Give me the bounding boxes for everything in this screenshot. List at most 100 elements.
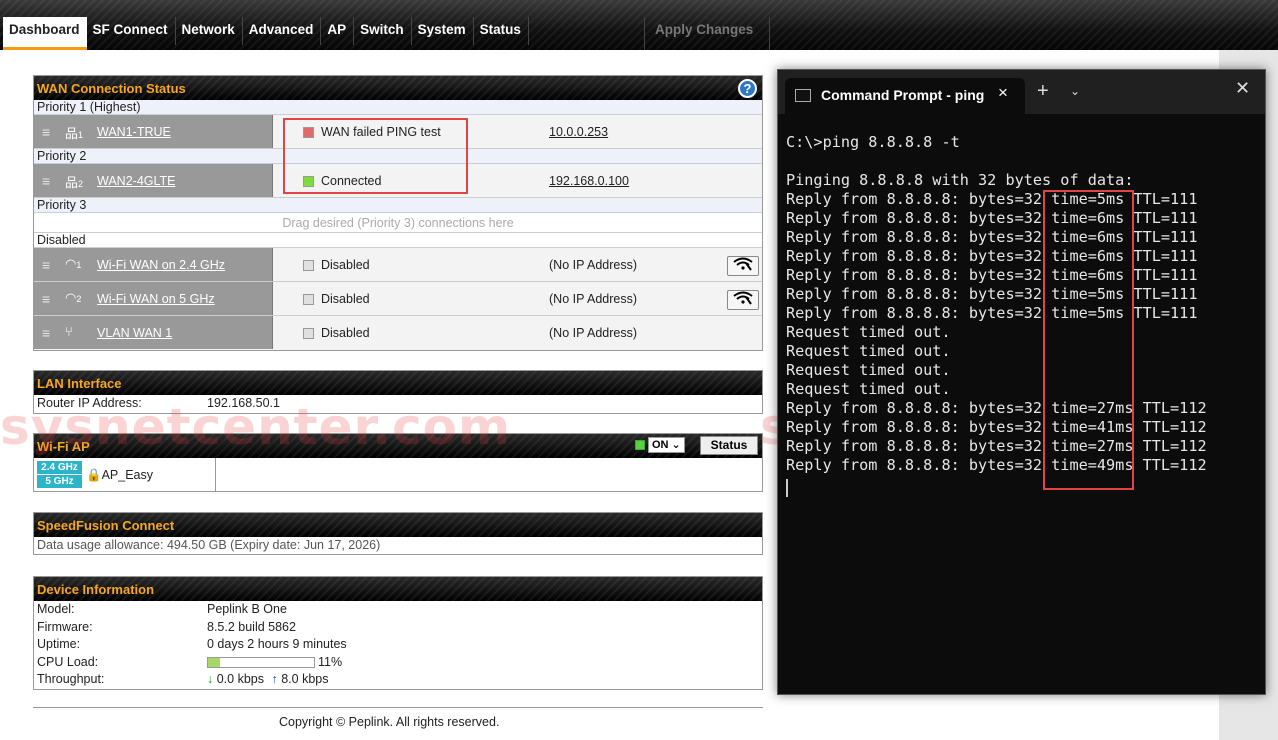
cpu-load-fill (208, 657, 220, 667)
cpu-row: CPU Load: 11% (34, 654, 762, 672)
wan1-link[interactable]: WAN1-TRUE (97, 125, 171, 139)
disabled-label: Disabled (34, 233, 762, 248)
upload-value: 8.0 kbps (281, 672, 329, 687)
ssid-entry[interactable]: 🔒AP_Easy (86, 468, 153, 483)
top-nav-bar: Dashboard SF Connect Network Advanced AP… (0, 0, 1278, 50)
window-close-icon[interactable]: ✕ (1235, 78, 1250, 99)
tab-system[interactable]: System (412, 17, 474, 45)
main-tabs: Dashboard SF Connect Network Advanced AP… (3, 17, 529, 50)
ethernet-icon: 品2 (65, 175, 84, 190)
new-tab-icon[interactable]: + (1037, 80, 1049, 103)
wifi-ap-toggle-select[interactable]: ON ⌄ (648, 437, 685, 453)
download-value: 0.0 kbps (216, 672, 264, 687)
terminal-line: Reply from 8.8.8.8: bytes=32 time=5ms TT… (786, 304, 1198, 322)
upload-arrow-icon: ↑ (271, 672, 278, 687)
wan-panel-title: WAN Connection Status (37, 81, 186, 96)
wifi-wan-24-status: Disabled (321, 258, 370, 272)
tab-network[interactable]: Network (176, 17, 243, 45)
wifi-wan-24-ip: (No IP Address) (549, 258, 638, 272)
footer-divider (33, 707, 763, 708)
wifi-scan-button[interactable] (727, 256, 759, 276)
tab-close-icon[interactable]: × (998, 83, 1008, 103)
chevron-down-icon[interactable]: ⌄ (1070, 84, 1080, 98)
apply-changes-button[interactable]: Apply Changes (644, 17, 770, 50)
uptime-row: Uptime: 0 days 2 hours 9 minutes (34, 636, 762, 654)
wifi-status-button[interactable]: Status (700, 436, 758, 455)
firmware-value: 8.5.2 build 5862 (207, 619, 296, 634)
terminal-tab[interactable]: Command Prompt - ping × (785, 78, 1025, 114)
wifi-icon: ◠1 (65, 256, 82, 271)
terminal-titlebar: Command Prompt - ping × + ⌄ ✕ (778, 70, 1265, 114)
wan-name-cell[interactable]: ≡ ◠1 Wi-Fi WAN on 2.4 GHz (34, 248, 273, 281)
terminal-line: Reply from 8.8.8.8: bytes=32 time=49ms T… (786, 456, 1207, 474)
wan-name-cell[interactable]: ≡ 品2 WAN2-4GLTE (34, 164, 273, 197)
device-info-header: Device Information (34, 577, 762, 601)
terminal-title: Command Prompt - ping (821, 87, 985, 103)
tab-sf-connect[interactable]: SF Connect (87, 17, 176, 45)
drag-handle-icon[interactable]: ≡ (42, 291, 54, 307)
cmd-icon (795, 89, 811, 102)
command-prompt-window[interactable]: Command Prompt - ping × + ⌄ ✕ C:\>ping 8… (777, 69, 1266, 695)
wan2-ip-link[interactable]: 192.168.0.100 (549, 174, 629, 188)
wan-row-wifi-5: ≡ ◠2 Wi-Fi WAN on 5 GHz Disabled (No IP … (34, 282, 762, 316)
terminal-line: Reply from 8.8.8.8: bytes=32 time=6ms TT… (786, 209, 1198, 227)
router-ip-row: Router IP Address: 192.168.50.1 (34, 395, 762, 413)
drag-handle-icon[interactable]: ≡ (42, 124, 54, 140)
throughput-label: Throughput: (37, 672, 105, 687)
highlight-box (283, 118, 468, 194)
wifi-icon (733, 257, 753, 271)
terminal-line: Request timed out. (786, 323, 951, 341)
uptime-label: Uptime: (37, 637, 81, 652)
terminal-line: Reply from 8.8.8.8: bytes=32 time=27ms T… (786, 437, 1207, 455)
wifi-ap-row: 2.4 GHz 5 GHz 🔒AP_Easy (34, 458, 762, 492)
wan2-link[interactable]: WAN2-4GLTE (97, 174, 176, 188)
tab-switch[interactable]: Switch (354, 17, 412, 45)
throughput-values: ↓ 0.0 kbps ↑ 8.0 kbps (207, 671, 328, 688)
ethernet-icon: 品1 (65, 126, 84, 141)
speedfusion-title: SpeedFusion Connect (37, 518, 175, 533)
terminal-line: Reply from 8.8.8.8: bytes=32 time=5ms TT… (786, 285, 1198, 303)
priority-1-label: Priority 1 (Highest) (34, 100, 762, 115)
wifi-icon (733, 291, 753, 305)
terminal-line: Reply from 8.8.8.8: bytes=32 time=6ms TT… (786, 247, 1198, 265)
tab-advanced[interactable]: Advanced (243, 17, 322, 45)
status-dot-icon (303, 328, 314, 339)
drag-handle-icon[interactable]: ≡ (42, 325, 54, 341)
terminal-line: Reply from 8.8.8.8: bytes=32 time=27ms T… (786, 399, 1207, 417)
wifi-wan-5-link[interactable]: Wi-Fi WAN on 5 GHz (97, 292, 215, 306)
vlan-wan-status: Disabled (321, 326, 370, 340)
highlight-box (1043, 190, 1134, 490)
terminal-line: Reply from 8.8.8.8: bytes=32 time=6ms TT… (786, 266, 1198, 284)
wifi-scan-button[interactable] (727, 290, 759, 310)
status-indicator-icon (635, 440, 645, 450)
speedfusion-header: SpeedFusion Connect (34, 513, 762, 537)
router-ip-value: 192.168.50.1 (207, 396, 280, 410)
model-label: Model: (37, 602, 75, 616)
divider (215, 458, 216, 491)
vlan-wan-link[interactable]: VLAN WAN 1 (97, 326, 172, 340)
lock-icon: 🔒 (86, 468, 102, 482)
status-dot-icon (303, 294, 314, 305)
model-value: Peplink B One (207, 602, 287, 616)
tab-dashboard[interactable]: Dashboard (3, 17, 87, 50)
wan1-ip-link[interactable]: 10.0.0.253 (549, 125, 608, 139)
firmware-row: Firmware: 8.5.2 build 5862 (34, 619, 762, 637)
drag-handle-icon[interactable]: ≡ (42, 257, 54, 273)
wifi-wan-24-link[interactable]: Wi-Fi WAN on 2.4 GHz (97, 258, 225, 272)
lan-panel: LAN Interface Router IP Address: 192.168… (33, 370, 763, 414)
wifi-ap-title: Wi-Fi AP (37, 439, 90, 454)
wan-row-wifi-24: ≡ ◠1 Wi-Fi WAN on 2.4 GHz Disabled (No I… (34, 248, 762, 282)
priority-3-dropzone[interactable]: Drag desired (Priority 3) connections he… (34, 213, 762, 233)
wan-name-cell[interactable]: ≡ ◠2 Wi-Fi WAN on 5 GHz (34, 282, 273, 315)
terminal-line: C:\>ping 8.8.8.8 -t (786, 133, 960, 151)
drag-handle-icon[interactable]: ≡ (42, 173, 54, 189)
tab-ap[interactable]: AP (321, 17, 355, 45)
wan-name-cell[interactable]: ≡ ⑂ VLAN WAN 1 (34, 316, 273, 349)
wan-name-cell[interactable]: ≡ 品1 WAN1-TRUE (34, 115, 273, 148)
terminal-line: Reply from 8.8.8.8: bytes=32 time=5ms TT… (786, 190, 1198, 208)
tab-status[interactable]: Status (474, 17, 529, 45)
vlan-icon: ⑂ (65, 324, 73, 339)
vlan-wan-ip: (No IP Address) (549, 326, 638, 340)
help-icon[interactable]: ? (738, 79, 757, 98)
